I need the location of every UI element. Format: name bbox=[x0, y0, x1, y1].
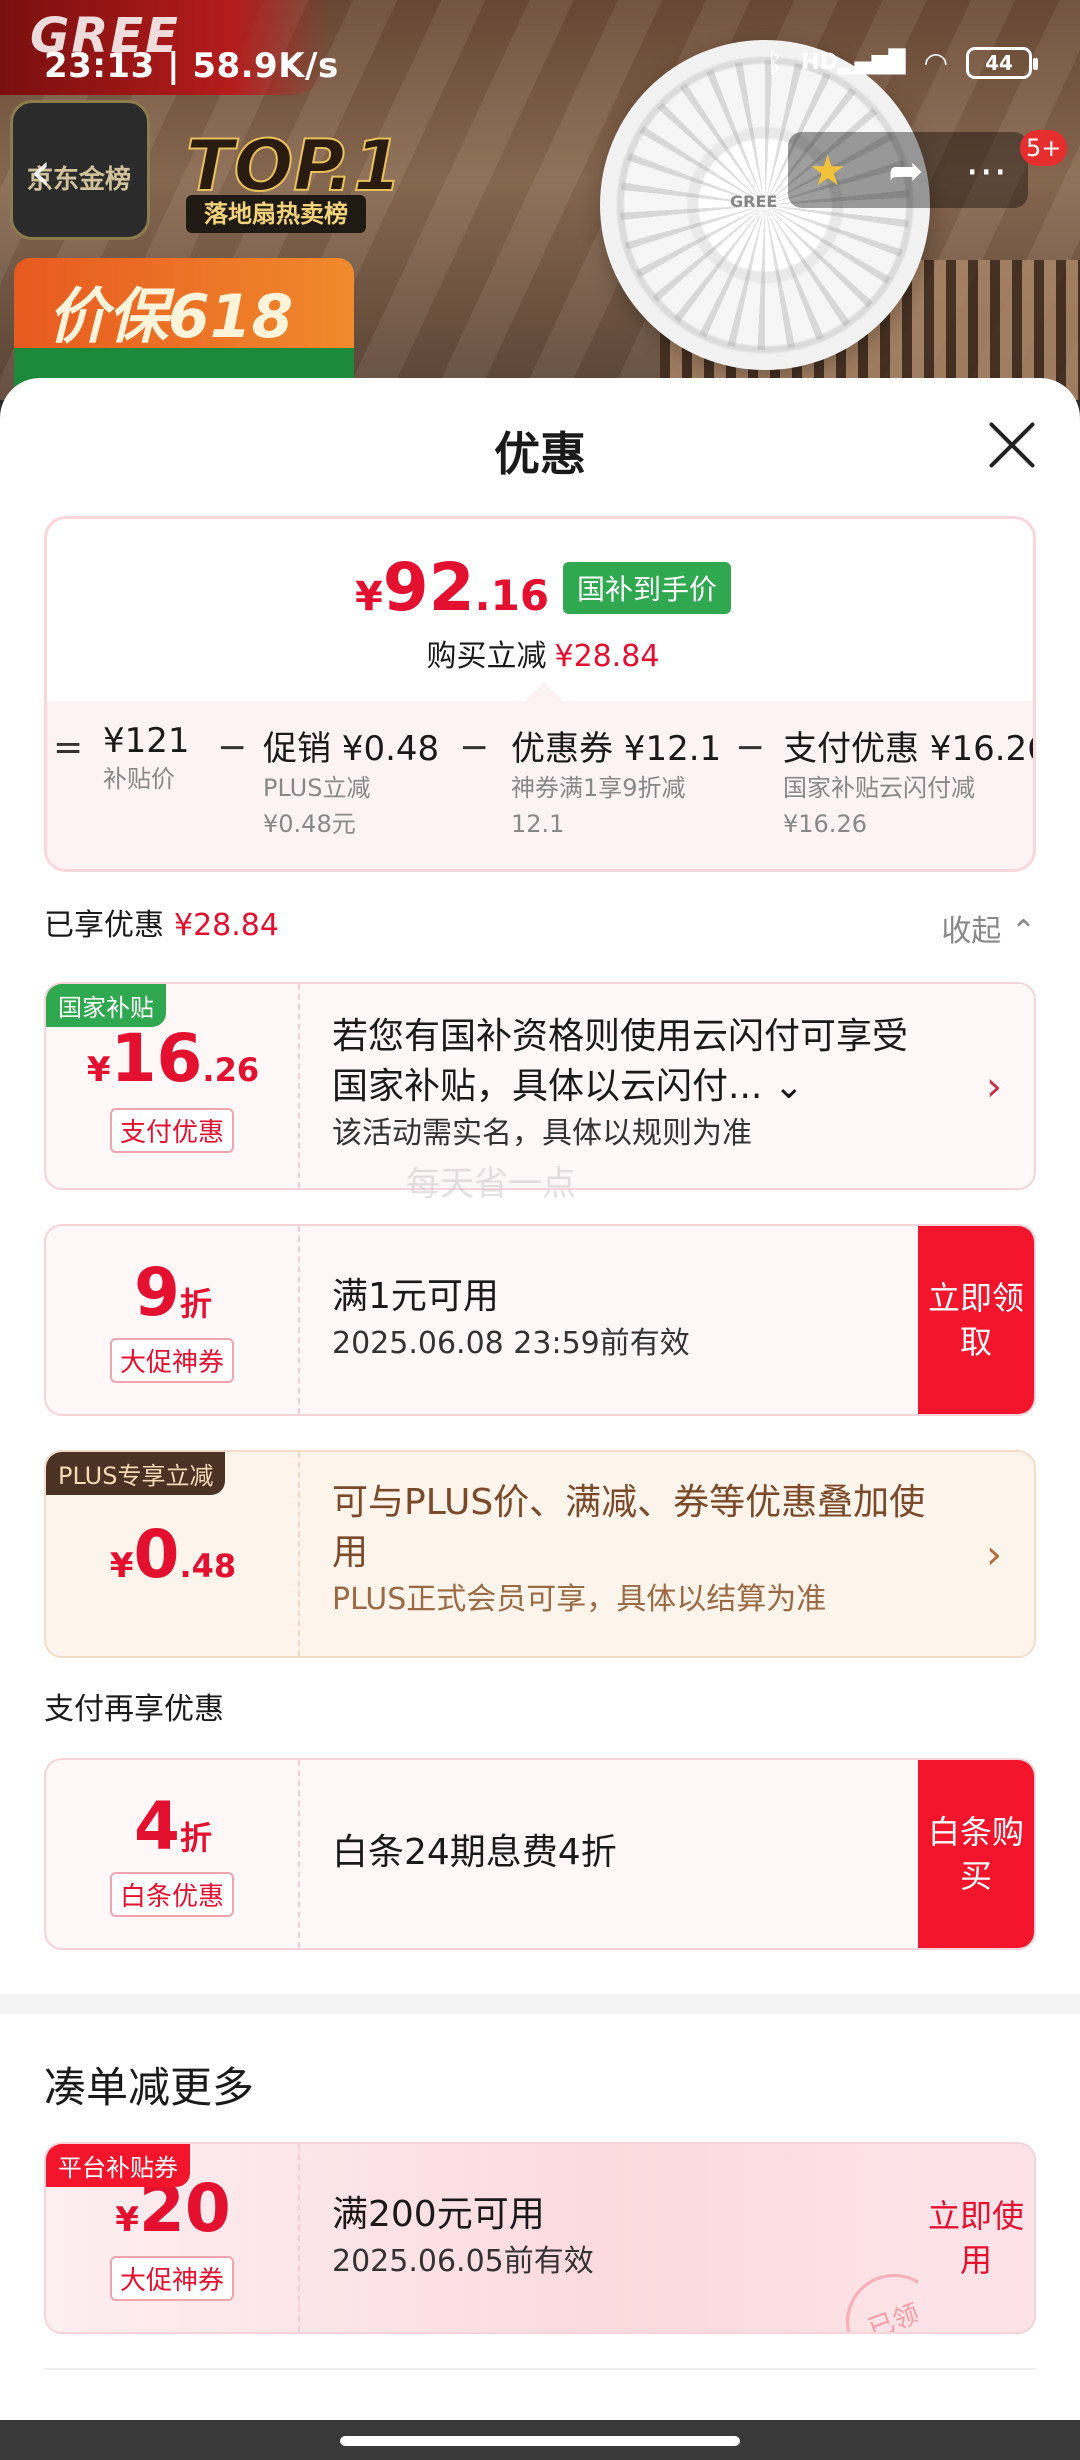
subsidy-text: 若您有国补资格则使用云闪付可享受 国家补贴，具体以云闪付... ⌄ 该活动需实名… bbox=[332, 1016, 909, 1151]
promo-618-badge: 价保618 bbox=[14, 258, 354, 352]
wifi-icon: ◠ bbox=[923, 46, 948, 79]
bottom-divider bbox=[44, 2368, 1036, 2370]
pay-section-title: 支付再享优惠 bbox=[44, 1692, 224, 1727]
signal-icon: HD▂▄▆█ bbox=[801, 50, 906, 75]
minus-sign: − bbox=[217, 727, 248, 768]
favorite-star-icon[interactable]: ★ bbox=[809, 146, 847, 195]
home-indicator-bar bbox=[0, 2420, 1080, 2460]
baitiao-text: 白条24期息费4折 bbox=[332, 1832, 617, 1873]
message-count-badge: 5+ bbox=[1020, 130, 1068, 166]
baitiao-discount: 4折 bbox=[134, 1788, 212, 1865]
top1-badge: TOP.1 落地扇热卖榜 bbox=[180, 124, 403, 235]
section-divider bbox=[0, 1994, 1080, 2014]
baitiao-buy-button[interactable]: 白条购买 bbox=[918, 1760, 1034, 1948]
watermark: 每天省一点 bbox=[406, 1164, 576, 1204]
more-section-title: 凑单减更多 bbox=[44, 2063, 255, 2112]
equals-sign: = bbox=[53, 727, 84, 768]
plus-amount: ¥0.48 bbox=[109, 1516, 237, 1593]
battery-icon: 44 bbox=[966, 46, 1038, 79]
breakdown-coupon: 优惠券 ¥12.1 神券满1享9折减 12.1 bbox=[511, 729, 722, 838]
final-price-row: ¥92.16 国补到手价 bbox=[47, 549, 1033, 626]
card-left: 9折 大促神券 bbox=[46, 1226, 300, 1414]
close-icon[interactable] bbox=[986, 420, 1036, 470]
platform-coupon-text: 满200元可用 2025.06.05前有效 bbox=[332, 2194, 594, 2279]
breakdown-payment: 支付优惠 ¥16.26 国家补贴云闪付减 ¥16.26 bbox=[783, 729, 1036, 838]
coupon-text: 满1元可用 2025.06.08 23:59前有效 bbox=[332, 1276, 690, 1361]
status-icons: ᛒ HD▂▄▆█ ◠ 44 bbox=[766, 46, 1038, 79]
action-pill: ★ ➦ ⋯ bbox=[788, 132, 1028, 208]
use-coupon-button[interactable]: 立即使用 bbox=[918, 2144, 1034, 2332]
baitiao-card: 4折 白条优惠 白条24期息费4折 白条购买 bbox=[44, 1758, 1036, 1950]
price-tag: 国补到手价 bbox=[563, 561, 732, 614]
status-time: 23:13 | 58.9K/s bbox=[44, 46, 339, 86]
enjoyed-discount: 已享优惠 ¥28.84 bbox=[44, 908, 279, 943]
share-icon[interactable]: ➦ bbox=[888, 146, 923, 195]
payment-tag: 支付优惠 bbox=[109, 1108, 235, 1153]
price-summary: ¥92.16 国补到手价 购买立减 ¥28.84 = ¥121 补贴价 − 促销 … bbox=[44, 516, 1036, 872]
plus-corner-label: PLUS专享立减 bbox=[46, 1452, 226, 1495]
chevron-right-icon[interactable]: › bbox=[986, 1064, 1002, 1110]
baitiao-tag: 白条优惠 bbox=[109, 1872, 235, 1917]
subsidy-corner-label: 国家补贴 bbox=[46, 984, 166, 1027]
bluetooth-icon: ᛒ bbox=[766, 46, 784, 79]
discount-sheet: 优惠 ¥92.16 国补到手价 购买立减 ¥28.84 = ¥121 补贴价 − … bbox=[0, 378, 1080, 2420]
platform-corner-label: 平台补贴券 bbox=[46, 2144, 190, 2187]
collapse-button[interactable]: 收起 ⌃ bbox=[941, 906, 1036, 950]
reduce-line: 购买立减 ¥28.84 bbox=[426, 639, 660, 674]
plus-card[interactable]: ¥0.48 PLUS专享立减 可与PLUS价、满减、券等优惠叠加使 用 PLUS… bbox=[44, 1450, 1036, 1658]
card-left: 4折 白条优惠 bbox=[46, 1760, 300, 1948]
sheet-title: 优惠 bbox=[494, 427, 586, 481]
platform-coupon-card: ¥20 大促神券 平台补贴券 满200元可用 2025.06.05前有效 已领 … bbox=[44, 2142, 1036, 2334]
coupon-discount: 9折 bbox=[134, 1254, 212, 1331]
coupon-card: 9折 大促神券 满1元可用 2025.06.08 23:59前有效 立即领取 bbox=[44, 1224, 1036, 1416]
price-breakdown: = ¥121 补贴价 − 促销 ¥0.48 PLUS立减 ¥0.48元 − 优惠… bbox=[47, 701, 1036, 869]
subsidy-amount: ¥16.26 bbox=[86, 1020, 260, 1097]
minus-sign: − bbox=[735, 727, 766, 768]
product-banner: GREE GREE 京东金榜 TOP.1 落地扇热卖榜 价保618 23:13 … bbox=[0, 0, 1080, 400]
chevron-right-icon[interactable]: › bbox=[986, 1532, 1002, 1578]
minus-sign: − bbox=[459, 727, 490, 768]
fan-logo: GREE bbox=[730, 192, 778, 211]
final-price: ¥92.16 bbox=[354, 549, 550, 626]
breakdown-subsidy-price: ¥121 补贴价 bbox=[103, 721, 190, 793]
home-indicator[interactable] bbox=[340, 2436, 740, 2446]
platform-coupon-tag: 大促神券 bbox=[109, 2256, 235, 2301]
breakdown-promotion: 促销 ¥0.48 PLUS立减 ¥0.48元 bbox=[263, 729, 440, 838]
plus-text: 可与PLUS价、满减、券等优惠叠加使 用 PLUS正式会员可享，具体以结算为准 bbox=[332, 1482, 926, 1617]
coupon-tag: 大促神券 bbox=[109, 1338, 235, 1383]
claim-coupon-button[interactable]: 立即领取 bbox=[918, 1226, 1034, 1414]
more-icon[interactable]: ⋯ bbox=[965, 146, 1007, 195]
back-icon[interactable]: ‹ bbox=[30, 140, 52, 203]
